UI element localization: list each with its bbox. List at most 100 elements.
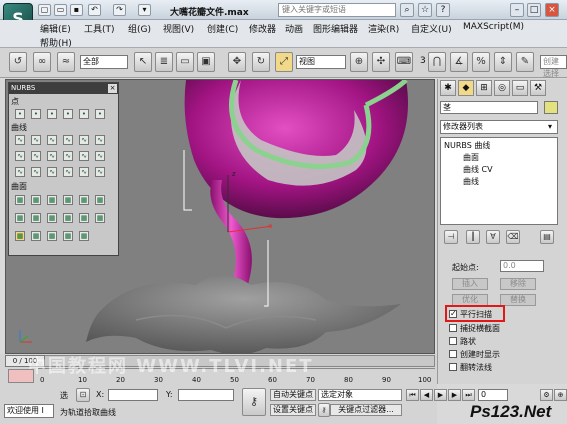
select-by-name-icon[interactable]: ≣ [155,52,173,72]
nurbs-point-tool-icon[interactable]: • [15,109,25,119]
select-manipulate-icon[interactable]: ✣ [372,52,390,72]
info-icon[interactable]: ☆ [418,3,432,17]
current-frame-field[interactable]: 0 [478,389,508,401]
menu-rendering[interactable]: 渲染(R) [368,22,399,35]
stack-item-surface[interactable]: 曲面 [463,152,479,163]
nurbs-surface-tool-icon[interactable]: ▦ [31,231,41,241]
nurbs-curve-tool-icon[interactable]: ∿ [15,135,25,145]
nurbs-point-tool-icon[interactable]: • [31,109,41,119]
menu-customize[interactable]: 自定义(U) [411,22,452,35]
menu-group[interactable]: 组(G) [128,22,151,35]
nurbs-surface-tool-icon[interactable]: ▦ [63,213,73,223]
nurbs-point-tool-icon[interactable]: • [63,109,73,119]
create-tab-icon[interactable]: ✱ [440,80,456,96]
stack-item-curve-cv[interactable]: 曲线 CV [463,164,493,175]
next-frame-icon[interactable]: ▶ [448,389,461,401]
menu-animation[interactable]: 动画 [285,22,303,35]
object-color-swatch[interactable] [544,101,558,114]
nurbs-curve-tool-icon[interactable]: ∿ [47,151,57,161]
configure-sets-icon[interactable]: ▤ [540,230,554,244]
nurbs-curve-tool-icon[interactable]: ∿ [47,167,57,177]
nurbs-curve-tool-icon[interactable]: ∿ [31,167,41,177]
nurbs-curve-tool-icon[interactable]: ∿ [63,135,73,145]
key-filters-button[interactable]: 关键点过滤器... [330,404,402,416]
nurbs-curve-tool-icon[interactable]: ∿ [31,151,41,161]
nurbs-surface-tool-icon[interactable]: ▦ [15,213,25,223]
nurbs-curve-tool-icon[interactable]: ∿ [79,135,89,145]
modify-tab-icon[interactable]: ◆ [458,80,474,96]
modifier-stack[interactable]: NURBS 曲线 曲面 曲线 CV 曲线 [440,137,558,225]
pin-stack-icon[interactable]: ⊣ [444,230,458,244]
window-crossing-icon[interactable]: ▣ [197,52,215,72]
utilities-tab-icon[interactable]: ⚒ [530,80,546,96]
nurbs-curve-tool-icon[interactable]: ∿ [15,167,25,177]
save-file-icon[interactable]: ▪ [70,4,83,16]
x-coord-field[interactable] [108,389,158,401]
rectangular-selection-icon[interactable]: ▭ [176,52,194,72]
auto-key-button[interactable]: 自动关键点 [270,389,316,401]
welcome-status[interactable]: 欢迎使用 I [4,404,54,418]
nurbs-surface-tool-icon[interactable]: ▦ [79,195,89,205]
nurbs-curve-tool-icon[interactable]: ∿ [15,151,25,161]
menu-edit[interactable]: 编辑(E) [40,22,71,35]
bind-space-warp-icon[interactable]: ≈ [57,52,75,72]
chevron-down-icon[interactable]: ▾ [548,122,552,131]
modifier-list-dropdown[interactable]: 修改器列表 [440,120,558,134]
selection-filter-dropdown[interactable]: 全部 [80,55,128,69]
hierarchy-tab-icon[interactable]: ⊞ [476,80,492,96]
menu-maxscript[interactable]: MAXScript(M) [463,22,524,32]
nurbs-surface-tool-icon[interactable]: ▦ [47,195,57,205]
nurbs-curve-tool-icon[interactable]: ∿ [79,151,89,161]
stack-item-curve[interactable]: 曲线 [463,176,479,187]
snap-toggle[interactable]: 3 [420,56,426,66]
display-while-creating-checkbox[interactable] [449,350,457,358]
nurbs-surface-tool-icon[interactable]: ▦ [63,231,73,241]
close-icon[interactable]: × [545,3,559,17]
nurbs-curve-tool-icon[interactable]: ∿ [79,167,89,177]
start-point-spinner[interactable]: 0.0 [500,260,544,272]
selection-key-dropdown[interactable]: 选定对象 [318,389,402,401]
undo-icon[interactable]: ↶ [88,4,101,16]
rotate-icon[interactable]: ↻ [252,52,270,72]
time-configuration-icon[interactable]: ⚙ [540,389,553,401]
nurbs-surface-tool-icon[interactable]: ▦ [95,213,105,223]
open-file-icon[interactable]: ▭ [54,4,67,16]
minimize-icon[interactable]: – [510,3,524,17]
remove-button[interactable]: 移除 [500,278,536,290]
play-icon[interactable]: ▶ [434,389,447,401]
nurbs-curve-tool-icon[interactable]: ∿ [63,167,73,177]
nurbs-curve-tool-icon[interactable]: ∿ [31,135,41,145]
project-folder-icon[interactable]: ▾ [138,4,151,16]
binoculars-icon[interactable]: ⌕ [400,3,414,17]
go-to-end-icon[interactable]: ⏭ [462,389,475,401]
nurbs-curve-tool-icon[interactable]: ∿ [95,167,105,177]
set-key-button[interactable]: 设置关键点 [270,404,316,416]
insert-button[interactable]: 插入 [452,278,488,290]
nurbs-close-icon[interactable]: × [108,84,117,93]
named-selection-sets[interactable]: 创建选择集 [540,55,567,90]
snaps-toggle-icon[interactable]: ⋂ [428,52,446,72]
menu-modifiers[interactable]: 修改器 [249,22,276,35]
link-icon[interactable]: ∞ [33,52,51,72]
set-key-mode-icon[interactable]: ⚷ [318,403,330,417]
motion-tab-icon[interactable]: ◎ [494,80,510,96]
replace-button[interactable]: 替换 [500,294,536,306]
stack-item-nurbs-curve[interactable]: NURBS 曲线 [444,140,490,151]
pivot-center-icon[interactable]: ⊕ [350,52,368,72]
show-end-result-icon[interactable]: ┃ [466,230,480,244]
select-object-icon[interactable]: ↖ [134,52,152,72]
go-to-start-icon[interactable]: ⏮ [406,389,419,401]
nurbs-surface-tool-icon[interactable]: ▦ [31,213,41,223]
scale-icon[interactable]: ⤢ [275,52,293,72]
remove-modifier-icon[interactable]: ⌫ [506,230,520,244]
edit-named-sets-icon[interactable]: ✎ [516,52,534,72]
nurbs-surface-tool-icon[interactable]: ▦ [79,213,89,223]
nurbs-point-tool-icon[interactable]: • [47,109,57,119]
search-input[interactable]: 键入关键字或短语 [278,3,396,17]
nurbs-curve-tool-icon[interactable]: ∿ [63,151,73,161]
nurbs-surface-tool-icon[interactable]: ▦ [63,195,73,205]
undo-toolbar-icon[interactable]: ↺ [9,52,27,72]
nurbs-surface-tool-icon[interactable]: ▦ [95,195,105,205]
menu-graph-editors[interactable]: 图形编辑器 [313,22,358,35]
menu-create[interactable]: 创建(C) [207,22,238,35]
